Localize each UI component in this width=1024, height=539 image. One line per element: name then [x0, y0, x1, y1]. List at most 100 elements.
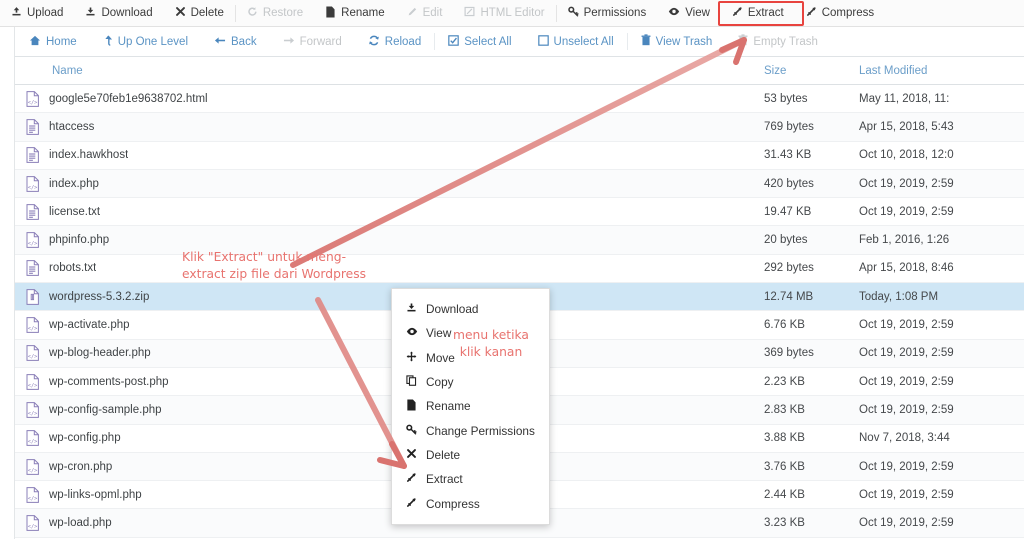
- column-header-size[interactable]: Size: [764, 65, 859, 77]
- toolbar-button-view[interactable]: View: [657, 0, 721, 26]
- table-row[interactable]: </> google5e70feb1e9638702.html 53 bytes Ma…: [14, 85, 1024, 114]
- nav-button-label: Home: [46, 35, 77, 48]
- file-name-label: htaccess: [49, 120, 95, 133]
- nav-button-back[interactable]: Back: [201, 27, 270, 56]
- nav-button-label: Select All: [464, 35, 512, 48]
- annotation-extract-hint-line2: extract zip file dari Wordpress: [182, 267, 367, 281]
- nav-button-label: Back: [231, 35, 257, 48]
- table-row[interactable]: index.hawkhost 31.43 KB Oct 10, 2018, 12:0: [14, 141, 1024, 170]
- toolbar-button-edit: Edit: [396, 0, 454, 26]
- nav-button-home[interactable]: Home: [16, 27, 90, 56]
- nav-button-reload[interactable]: Reload: [355, 27, 434, 56]
- file-name-cell: </> wp-load.php: [14, 515, 764, 531]
- file-size-cell: 3.88 KB: [764, 432, 805, 445]
- context-menu: Download View Move Copy Rename Change Permiss…: [391, 288, 550, 525]
- pencil-icon: [407, 6, 418, 20]
- php-file-icon: </>: [26, 486, 39, 503]
- file-modified-cell: Oct 19, 2019, 2:59: [859, 375, 954, 388]
- file-size-cell: 769 bytes: [764, 120, 814, 133]
- svg-text:</>: </>: [28, 439, 38, 445]
- toolbar-button-upload[interactable]: Upload: [0, 0, 74, 26]
- arrow-right-icon: [283, 35, 295, 49]
- text-file-icon: [26, 260, 39, 277]
- nav-button-up-one-level[interactable]: Up One Level: [90, 27, 201, 56]
- compress-icon: [806, 6, 817, 20]
- zip-file-icon: [26, 288, 39, 305]
- svg-text:</>: </>: [28, 100, 38, 106]
- file-name-cell: </> index.php: [14, 175, 764, 192]
- php-file-icon: </>: [26, 90, 39, 107]
- column-header-name[interactable]: Name: [14, 65, 764, 77]
- file-name-label: wordpress-5.3.2.zip: [49, 290, 150, 303]
- file-size-cell: 31.43 KB: [764, 149, 812, 162]
- file-name-cell: wordpress-5.3.2.zip: [14, 288, 764, 305]
- context-menu-item-label: Compress: [426, 496, 480, 511]
- toolbar-button-label: Permissions: [583, 7, 647, 19]
- nav-button-unselect-all[interactable]: Unselect All: [525, 27, 627, 56]
- trash-icon: [738, 34, 748, 49]
- svg-text:</>: </>: [28, 383, 38, 389]
- context-menu-item-download[interactable]: Download: [392, 297, 549, 321]
- table-row[interactable]: </> phpinfo.php 20 bytes Feb 1, 2016, 1:26: [14, 226, 1024, 255]
- file-name-cell: robots.txt: [14, 260, 764, 277]
- annotation-context-hint: menu ketika klik kanan: [453, 327, 529, 361]
- close-x-icon: [175, 6, 186, 20]
- annotation-extract-hint-line1: Klik "Extract" untuk meng-: [182, 250, 347, 264]
- key-icon: [405, 424, 418, 438]
- file-modified-cell: May 11, 2018, 11:: [859, 92, 950, 105]
- context-menu-item-change-permissions[interactable]: Change Permissions: [392, 418, 549, 442]
- nav-button-label: Forward: [299, 35, 342, 48]
- context-menu-item-label: Rename: [426, 399, 471, 414]
- table-row[interactable]: robots.txt 292 bytes Apr 15, 2018, 8:46: [14, 254, 1024, 284]
- annotation-context-hint-line2: klik kanan: [459, 345, 523, 359]
- annotation-context-hint-line1: menu ketika: [453, 328, 529, 342]
- table-row[interactable]: license.txt 19.47 KB Oct 19, 2019, 2:59: [14, 198, 1024, 227]
- context-menu-item-delete[interactable]: Delete: [392, 443, 549, 467]
- file-size-cell: 2.23 KB: [764, 375, 805, 388]
- context-menu-item-label: Extract: [426, 472, 463, 487]
- text-file-icon: [26, 147, 39, 164]
- context-menu-item-copy[interactable]: Copy: [392, 370, 549, 394]
- context-menu-item-compress[interactable]: Compress: [392, 491, 549, 515]
- php-file-icon: </>: [26, 402, 39, 418]
- file-name-cell: htaccess: [14, 119, 764, 135]
- nav-button-view-trash[interactable]: View Trash: [628, 27, 726, 56]
- extract-icon: [732, 6, 743, 20]
- toolbar-button-rename[interactable]: Rename: [314, 0, 395, 26]
- file-name-label: wp-activate.php: [49, 319, 130, 332]
- toolbar-button-extract[interactable]: Extract: [721, 0, 795, 26]
- nav-button-label: Unselect All: [553, 35, 614, 48]
- trash-icon: [641, 34, 651, 49]
- table-row[interactable]: </> index.php 420 bytes Oct 19, 2019, 2:59: [14, 169, 1024, 199]
- file-modified-cell: Nov 7, 2018, 3:44: [859, 432, 950, 445]
- toolbar-button-restore: Restore: [236, 0, 314, 26]
- toolbar-button-compress[interactable]: Compress: [795, 0, 885, 26]
- toolbar-button-label: Extract: [747, 7, 784, 19]
- file-name-cell: </> wp-cron.php: [14, 458, 764, 475]
- file-size-cell: 6.76 KB: [764, 319, 805, 332]
- toolbar-button-label: Edit: [422, 7, 443, 19]
- table-row[interactable]: htaccess 769 bytes Apr 15, 2018, 5:43: [14, 113, 1024, 142]
- eye-icon: [668, 6, 680, 20]
- toolbar-button-delete[interactable]: Delete: [164, 0, 235, 26]
- file-name-cell: </> wp-config.php: [14, 430, 764, 447]
- context-menu-item-label: Copy: [426, 375, 454, 390]
- nav-button-select-all[interactable]: Select All: [435, 27, 524, 56]
- file-modified-cell: Oct 19, 2019, 2:59: [859, 319, 954, 332]
- toolbar-button-download[interactable]: Download: [74, 0, 163, 26]
- file-name-label: phpinfo.php: [49, 234, 110, 247]
- file-modified-cell: Feb 1, 2016, 1:26: [859, 234, 950, 247]
- main-toolbar: Upload Download Delete Restore Rename Edit HTM…: [0, 0, 1024, 27]
- file-name-cell: </> wp-blog-header.php: [14, 345, 764, 362]
- toolbar-button-permissions[interactable]: Permissions: [557, 0, 658, 26]
- context-menu-item-extract[interactable]: Extract: [392, 467, 549, 491]
- html-editor-icon: [464, 6, 475, 20]
- column-header-last-modified[interactable]: Last Modified: [859, 65, 1024, 77]
- file-modified-cell: Apr 15, 2018, 5:43: [859, 120, 954, 133]
- file-size-cell: 19.47 KB: [764, 205, 812, 218]
- php-file-icon: </>: [26, 175, 39, 192]
- context-menu-item-label: View: [426, 326, 452, 341]
- file-modified-cell: Apr 15, 2018, 8:46: [859, 262, 954, 275]
- annotation-extract-hint: Klik "Extract" untuk meng- extract zip f…: [182, 249, 366, 283]
- context-menu-item-rename[interactable]: Rename: [392, 394, 549, 418]
